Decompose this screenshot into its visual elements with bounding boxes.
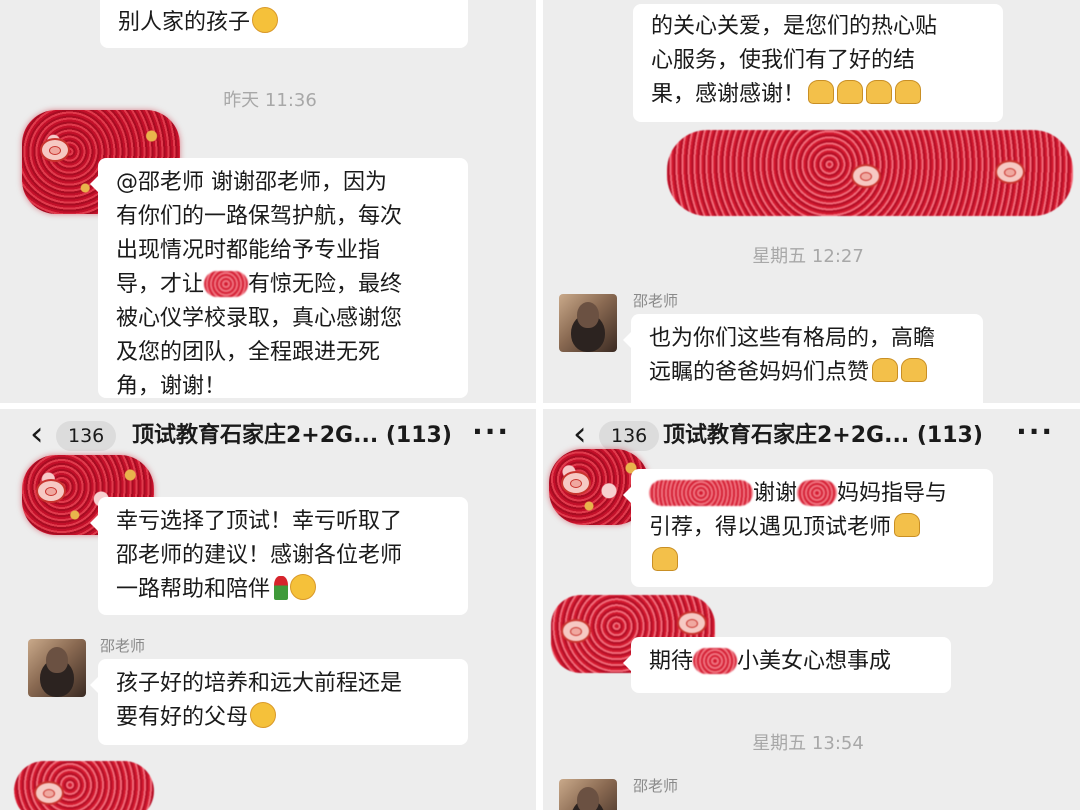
message-bubble[interactable]: 的关心关爱，是您们的热心贴 心服务，使我们有了好的结 果，感谢感谢！ <box>633 4 1003 122</box>
sender-name: 邵老师 <box>633 292 679 310</box>
fist-emoji-icon <box>837 80 864 104</box>
chat-title: 顶试教育石家庄2+2G... (113) <box>663 423 983 448</box>
teacher-avatar[interactable] <box>28 639 86 697</box>
back-arrow-icon[interactable]: ‹ <box>30 417 44 451</box>
sender-name: 邵老师 <box>100 637 146 655</box>
sender-name: 邵老师 <box>633 777 679 795</box>
pig-icon <box>36 479 66 503</box>
message-text: 别人家的孩子 <box>118 10 251 35</box>
redacted-name <box>204 271 249 297</box>
pig-icon <box>561 471 591 495</box>
pig-icon <box>34 781 64 805</box>
pray-emoji-icon <box>894 513 921 537</box>
chat-timestamp: 昨天 11:36 <box>223 90 317 111</box>
sticker-glitter <box>667 130 1073 216</box>
thumbs-up-emoji-icon <box>872 358 899 382</box>
redacted-name <box>797 480 838 506</box>
thumbs-up-emoji-icon <box>901 358 928 382</box>
message-bubble[interactable]: @邵老师 谢谢邵老师，因为 有你们的一路保驾护航，每次 出现情况时都能给予专业指… <box>90 158 468 399</box>
redacted-name <box>649 480 753 506</box>
pig-icon <box>677 611 707 635</box>
teacher-avatar[interactable] <box>559 779 617 810</box>
message-bubble[interactable]: 期待 小美女心想事成 <box>623 637 951 693</box>
message-bubble[interactable]: 别人家的孩子 <box>100 0 468 48</box>
message-text: 幸亏选择了顶试！幸亏听取了 邵老师的建议！感谢各位老师 一路帮助和陪伴 <box>116 509 403 602</box>
message-text: 期待 <box>649 649 694 674</box>
pray-emoji-icon <box>895 80 922 104</box>
message-text: 谢谢 <box>753 481 798 506</box>
chat-timestamp: 星期五 12:27 <box>752 246 864 267</box>
teacher-avatar[interactable] <box>559 294 617 352</box>
sender-avatar-partial <box>14 761 154 810</box>
message-bubble[interactable]: 谢谢 妈妈指导与 引荐，得以遇见顶试老师 <box>623 469 993 587</box>
more-options-icon[interactable]: ··· <box>472 415 510 448</box>
message-bubble[interactable]: 幸亏选择了顶试！幸亏听取了 邵老师的建议！感谢各位老师 一路帮助和陪伴 <box>90 497 468 615</box>
pray-emoji-icon <box>652 547 678 571</box>
chat-panel-3: ‹ 136 顶试教育石家庄2+2G... (113) ··· 幸亏选择了顶试！幸… <box>0 409 536 810</box>
chat-timestamp: 星期五 13:54 <box>752 733 864 754</box>
chat-title: 顶试教育石家庄2+2G... (113) <box>132 423 452 448</box>
pig-icon <box>40 138 70 162</box>
pig-icon <box>995 160 1025 184</box>
pig-icon <box>561 619 591 643</box>
message-bubble[interactable]: 也为你们这些有格局的，高瞻 远瞩的爸爸妈妈们点赞 <box>623 314 983 403</box>
unread-count-badge[interactable]: 136 <box>599 421 660 451</box>
chat-panel-1: 别人家的孩子 昨天 11:36 @邵老师 谢谢邵老师，因为 有你们的一路保驾护航… <box>0 0 536 403</box>
smile-emoji-icon <box>250 702 277 728</box>
pray-emoji-icon <box>866 80 893 104</box>
more-options-icon[interactable]: ··· <box>1016 415 1054 448</box>
message-bubble[interactable]: 孩子好的培养和远大前程还是 要有好的父母 <box>90 659 468 745</box>
rose-emoji-icon <box>274 576 289 600</box>
smile-emoji-icon <box>290 574 317 600</box>
unread-count-badge[interactable]: 136 <box>56 421 117 451</box>
fist-emoji-icon <box>808 80 835 104</box>
redacted-name <box>693 648 738 674</box>
back-arrow-icon[interactable]: ‹ <box>573 417 587 451</box>
chat-panel-4: ‹ 136 顶试教育石家庄2+2G... (113) ··· 谢谢 妈妈指导与 引… <box>543 409 1080 810</box>
chat-panel-2: 的关心关爱，是您们的热心贴 心服务，使我们有了好的结 果，感谢感谢！ 星期五 1… <box>543 0 1080 403</box>
message-text-continued: 小美女心想事成 <box>737 649 892 674</box>
pig-icon <box>851 164 881 188</box>
heart-eyes-emoji-icon <box>252 7 279 33</box>
